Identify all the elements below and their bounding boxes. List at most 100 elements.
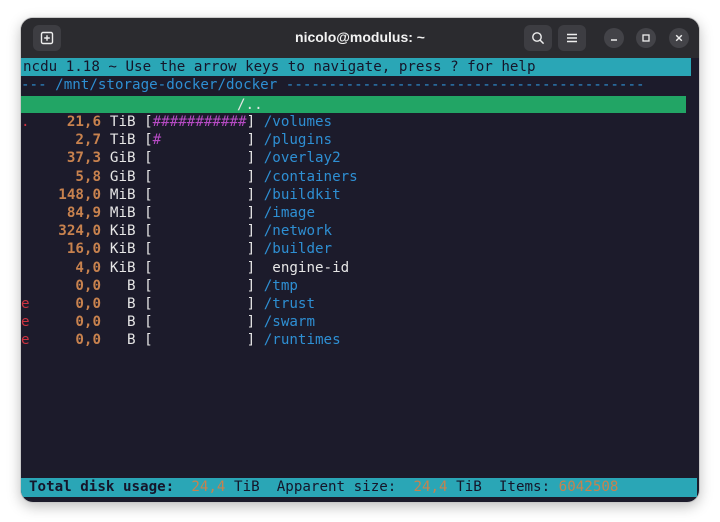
item-size: 148,0 <box>58 186 101 203</box>
selected-row[interactable]: /.. <box>21 96 686 113</box>
item-unit: TiB <box>109 114 136 130</box>
list-item[interactable]: 0,0 B [] /tmp <box>21 277 358 295</box>
item-size: 0,0 <box>75 277 101 294</box>
item-name: /runtimes <box>263 332 341 349</box>
item-name: /buildkit <box>263 186 341 203</box>
bar-open-bracket: [ <box>144 332 153 349</box>
menu-button[interactable] <box>558 25 586 51</box>
list-item[interactable]: 4,0 KiB [] engine-id <box>21 259 358 277</box>
maximize-button[interactable] <box>636 28 656 48</box>
apparent-size-value: 24,4 <box>413 479 448 495</box>
list-item[interactable]: 2,7 TiB [#] /plugins <box>21 131 358 149</box>
list-item[interactable]: 324,0 KiB [] /network <box>21 222 358 240</box>
bar-close-bracket: ] <box>246 168 256 185</box>
bar-close-bracket: ] <box>246 114 256 130</box>
item-unit: B <box>127 277 136 294</box>
item-mark: . <box>21 114 30 130</box>
item-size: 37,3 <box>66 150 101 167</box>
list-item[interactable]: e 0,0 B [] /trust <box>21 295 358 313</box>
list-item[interactable]: e 0,0 B [] /runtimes <box>21 331 358 349</box>
apparent-size-unit: TiB <box>456 479 482 495</box>
hamburger-menu-icon <box>567 33 577 43</box>
status-bar: Total disk usage: 24,4 TiB Apparent size… <box>21 478 697 497</box>
item-mark: e <box>21 314 30 331</box>
search-icon <box>532 32 545 45</box>
item-mark: e <box>21 295 30 312</box>
search-button[interactable] <box>524 25 552 51</box>
item-unit: B <box>127 295 136 312</box>
item-unit: MiB <box>109 204 136 221</box>
items-label: Items: <box>498 479 551 495</box>
bar-open-bracket: [ <box>144 295 153 312</box>
bar-close-bracket: ] <box>246 295 256 312</box>
item-unit: KiB <box>109 241 136 258</box>
bar-close-bracket: ] <box>246 132 256 149</box>
list-item[interactable]: 84,9 MiB [] /image <box>21 204 358 222</box>
terminal-content[interactable]: ncdu 1.18 ~ Use the arrow keys to naviga… <box>21 58 699 502</box>
usage-bar: # <box>152 132 162 149</box>
bar-close-bracket: ] <box>246 277 256 294</box>
bar-close-bracket: ] <box>246 314 256 331</box>
bar-open-bracket: [ <box>144 132 153 149</box>
item-mark: e <box>21 332 30 349</box>
bar-close-bracket: ] <box>246 204 256 221</box>
item-name: /image <box>263 204 315 221</box>
list-item[interactable]: e 0,0 B [] /swarm <box>21 313 358 331</box>
bar-open-bracket: [ <box>144 114 153 130</box>
total-usage-value: 24,4 <box>191 479 226 495</box>
item-unit: GiB <box>109 168 136 185</box>
item-size: 0,0 <box>75 332 101 349</box>
list-item[interactable]: 148,0 MiB [] /buildkit <box>21 186 358 204</box>
minimize-icon <box>611 39 617 41</box>
current-path-line: --- /mnt/storage-docker/docker ---------… <box>21 76 645 94</box>
bar-open-bracket: [ <box>144 150 153 167</box>
item-name: /plugins <box>263 132 333 149</box>
bar-close-bracket: ] <box>246 241 256 258</box>
list-item[interactable]: 37,3 GiB [] /overlay2 <box>21 149 358 167</box>
close-button[interactable] <box>669 28 689 48</box>
bar-close-bracket: ] <box>246 150 256 167</box>
bar-open-bracket: [ <box>144 186 153 203</box>
item-name: /tmp <box>263 277 298 294</box>
item-name: /containers <box>263 168 358 185</box>
path-prefix: --- <box>21 77 56 94</box>
item-size: 16,0 <box>66 241 101 258</box>
item-unit: KiB <box>109 259 136 276</box>
ncdu-header: ncdu 1.18 ~ Use the arrow keys to naviga… <box>21 58 691 77</box>
item-name: /trust <box>263 295 315 312</box>
path-suffix: ----------------------------------------… <box>277 77 645 94</box>
entry-list: . 21,6 TiB [###########] /volumes 2,7 TiB … <box>21 113 358 349</box>
title-bar: nicolo@modulus: ~ <box>21 18 699 58</box>
item-name: /swarm <box>263 314 315 331</box>
item-unit: GiB <box>109 150 136 167</box>
bar-close-bracket: ] <box>246 223 256 240</box>
item-unit: MiB <box>109 186 136 203</box>
close-icon <box>675 34 683 42</box>
list-item[interactable]: 16,0 KiB [] /builder <box>21 240 358 258</box>
window-title: nicolo@modulus: ~ <box>295 29 425 45</box>
item-size: 0,0 <box>75 314 101 331</box>
parent-dir-label: /.. <box>237 97 263 113</box>
list-item[interactable]: 5,8 GiB [] /containers <box>21 168 358 186</box>
item-size: 21,6 <box>66 114 101 130</box>
items-value: 6042508 <box>558 479 619 495</box>
current-path: /mnt/storage-docker/docker <box>55 77 278 94</box>
item-unit: TiB <box>109 132 136 149</box>
item-size: 0,0 <box>75 295 101 312</box>
total-usage-label: Total disk usage: <box>29 479 175 495</box>
item-unit: B <box>127 332 136 349</box>
list-item[interactable]: . 21,6 TiB [###########] /volumes <box>21 113 358 131</box>
bar-close-bracket: ] <box>246 332 256 349</box>
bar-open-bracket: [ <box>144 241 153 258</box>
bar-open-bracket: [ <box>144 204 153 221</box>
total-usage-unit: TiB <box>234 479 260 495</box>
maximize-icon <box>642 34 650 42</box>
bar-open-bracket: [ <box>144 314 153 331</box>
bar-close-bracket: ] <box>246 259 256 276</box>
apparent-size-label: Apparent size: <box>276 479 397 495</box>
item-size: 4,0 <box>75 259 101 276</box>
bar-open-bracket: [ <box>144 277 153 294</box>
minimize-button[interactable] <box>604 28 624 48</box>
item-size: 84,9 <box>66 204 101 221</box>
item-size: 2,7 <box>75 132 101 149</box>
